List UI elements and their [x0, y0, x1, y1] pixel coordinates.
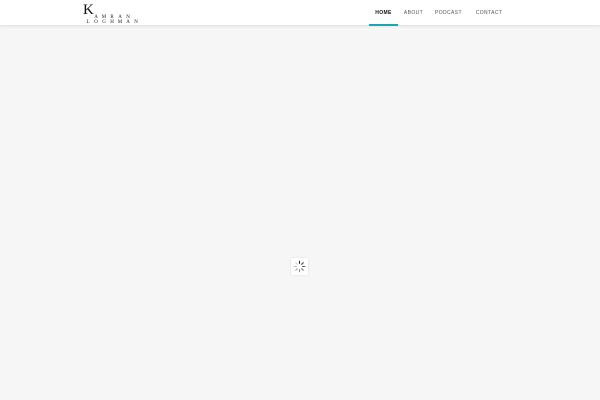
nav-item-label: PODCAST [435, 10, 462, 16]
logo-letter: L [86, 20, 90, 25]
nav-item-contact[interactable]: CONTACT [471, 0, 507, 26]
logo-letter: A [126, 20, 130, 25]
logo-letter: M [117, 20, 123, 25]
nav-item-about[interactable]: ABOUT [400, 0, 427, 26]
nav-item-label: CONTACT [475, 10, 503, 16]
nav-item-label: ABOUT [403, 10, 424, 16]
page-loader [291, 258, 308, 275]
active-nav-indicator [369, 24, 398, 26]
spinner-icon [293, 260, 306, 273]
logo-letter: G [102, 20, 106, 25]
logo-letter: O [94, 20, 98, 25]
nav-item-label: HOME [375, 10, 392, 16]
site-header: K AMRAN LOGHMAN HOME ABOUT PODCAST CONTA… [0, 0, 600, 26]
page: K AMRAN LOGHMAN HOME ABOUT PODCAST CONTA… [0, 0, 600, 400]
site-logo[interactable]: K AMRAN LOGHMAN [83, 3, 147, 26]
main-nav: HOME ABOUT PODCAST CONTACT [369, 0, 509, 26]
logo-letter: N [134, 20, 138, 25]
nav-item-podcast[interactable]: PODCAST [432, 0, 465, 26]
nav-item-home[interactable]: HOME [369, 0, 398, 26]
logo-line-last-name: LOGHMAN [84, 20, 140, 25]
logo-letter: H [110, 20, 114, 25]
